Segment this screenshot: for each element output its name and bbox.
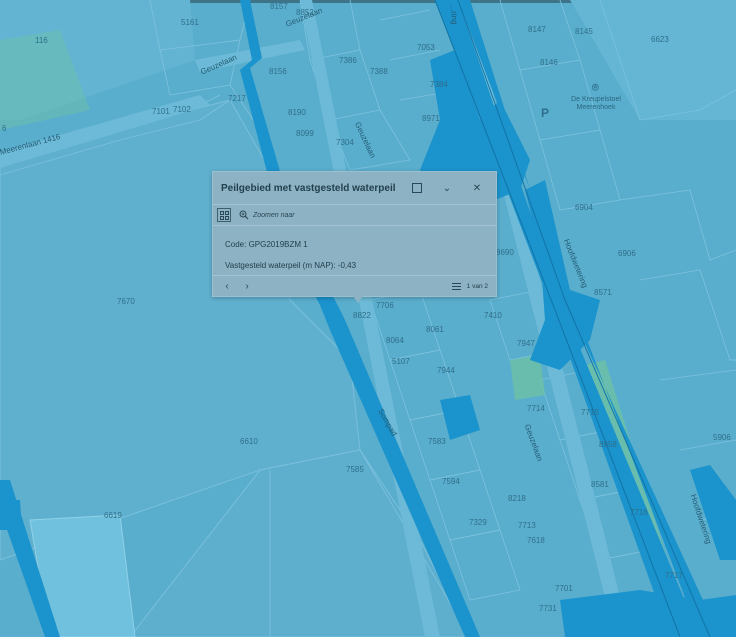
parcel-label: 7701 <box>555 584 573 593</box>
popup-actions: Zoomen naar <box>213 205 496 226</box>
close-button[interactable]: ✕ <box>466 177 488 199</box>
popup-footer: ‹ › 1 van 2 <box>213 275 496 296</box>
parcel-label: 6906 <box>618 249 636 258</box>
parcel-label: 7329 <box>469 518 487 527</box>
parcel-label: 8156 <box>269 67 287 76</box>
close-icon: ✕ <box>472 182 482 194</box>
parcel-label: 7304 <box>336 138 354 147</box>
parcel-label: 6623 <box>651 35 669 44</box>
next-button[interactable]: › <box>237 277 257 295</box>
parcel-label: 8218 <box>508 494 526 503</box>
parcel-label: 7102 <box>173 105 191 114</box>
parcel-label: 6619 <box>104 511 122 520</box>
maximize-button[interactable] <box>406 177 428 199</box>
parcel-label: 8690 <box>496 248 514 257</box>
popup-content: Code: GPG2019BZM 1 Vastgesteld waterpeil… <box>213 226 496 276</box>
parcel-label: 7714 <box>527 404 545 413</box>
parking-icon: P <box>541 106 550 120</box>
parcel-label: 8147 <box>528 25 546 34</box>
popup-header: Peilgebied met vastgesteld waterpeil ⌄ ✕ <box>213 172 496 205</box>
parcel-label: 8099 <box>296 129 314 138</box>
popup-pointer <box>353 296 363 303</box>
parcel-label: 7618 <box>527 536 545 545</box>
chevron-right-icon: › <box>245 280 249 292</box>
poi-label[interactable]: De Kreupelstoel Meerenhoek <box>566 96 626 112</box>
parcel-label: 6 <box>2 124 7 133</box>
parcel-label: 7717 <box>665 571 683 580</box>
parcel-label: 8822 <box>353 311 371 320</box>
parcel-label: 7384 <box>430 80 448 89</box>
street-label: ...ring <box>448 4 460 25</box>
parcel-label: 8571 <box>594 288 612 297</box>
zoom-to-button[interactable]: Zoomen naar <box>239 210 295 220</box>
parcel-label: 7053 <box>417 43 435 52</box>
parcel-label: 7386 <box>339 56 357 65</box>
parcel-label: 6904 <box>575 203 593 212</box>
feature-list-icon[interactable] <box>451 282 461 290</box>
parcel-label: 7410 <box>484 311 502 320</box>
parcel-label: 8581 <box>591 480 609 489</box>
parcel-label: 8145 <box>575 27 593 36</box>
collapse-button[interactable]: ⌄ <box>436 177 458 199</box>
parcel-label: 7670 <box>117 297 135 306</box>
feature-popup: Peilgebied met vastgesteld waterpeil ⌄ ✕… <box>212 171 497 303</box>
parcel-label: 5161 <box>181 18 199 27</box>
parcel-label: 5107 <box>392 357 410 366</box>
parcel-label: 5906 <box>713 433 731 442</box>
maximize-icon <box>412 183 422 193</box>
parcel-label: 7585 <box>346 465 364 474</box>
zoom-in-icon <box>239 210 249 220</box>
parcel-label: 7101 <box>152 107 170 116</box>
select-feature-icon[interactable] <box>217 208 231 222</box>
parcel-label: 7583 <box>428 437 446 446</box>
field-code: Code: GPG2019BZM 1 <box>225 240 308 249</box>
parcel-label: 8971 <box>422 114 440 123</box>
previous-button[interactable]: ‹ <box>217 277 237 295</box>
parcel-label: 7947 <box>517 339 535 348</box>
parcel-label: 8064 <box>386 336 404 345</box>
parcel-label: 8190 <box>288 108 306 117</box>
parcel-label: 7713 <box>518 521 536 530</box>
chevron-down-icon: ⌄ <box>442 182 452 194</box>
zoom-label: Zoomen naar <box>253 211 295 219</box>
parcel-label: 8157 <box>270 2 288 11</box>
popup-title: Peilgebied met vastgesteld waterpeil <box>221 182 396 194</box>
parcel-label: 8146 <box>540 58 558 67</box>
field-waterpeil: Vastgesteld waterpeil (m NAP): -0,43 <box>225 261 357 270</box>
parcel-label: 7388 <box>370 67 388 76</box>
parcel-label: 7594 <box>442 477 460 486</box>
parcel-label: 7731 <box>539 604 557 613</box>
parcel-label: 8958 <box>599 440 617 449</box>
pager-text: 1 van 2 <box>466 282 488 290</box>
pin-icon[interactable]: ⌾ <box>592 82 599 95</box>
parcel-label: 8061 <box>426 325 444 334</box>
parcel-label: 7706 <box>376 301 394 310</box>
parcel-label: 7217 <box>228 94 246 103</box>
parcel-label: 7715 <box>581 408 599 417</box>
parcel-label: 116 <box>35 36 48 45</box>
parcel-label: 7716 <box>630 508 648 517</box>
parcel-label: 6610 <box>240 437 258 446</box>
parcel-label: 7944 <box>437 366 455 375</box>
chevron-left-icon: ‹ <box>225 280 229 292</box>
